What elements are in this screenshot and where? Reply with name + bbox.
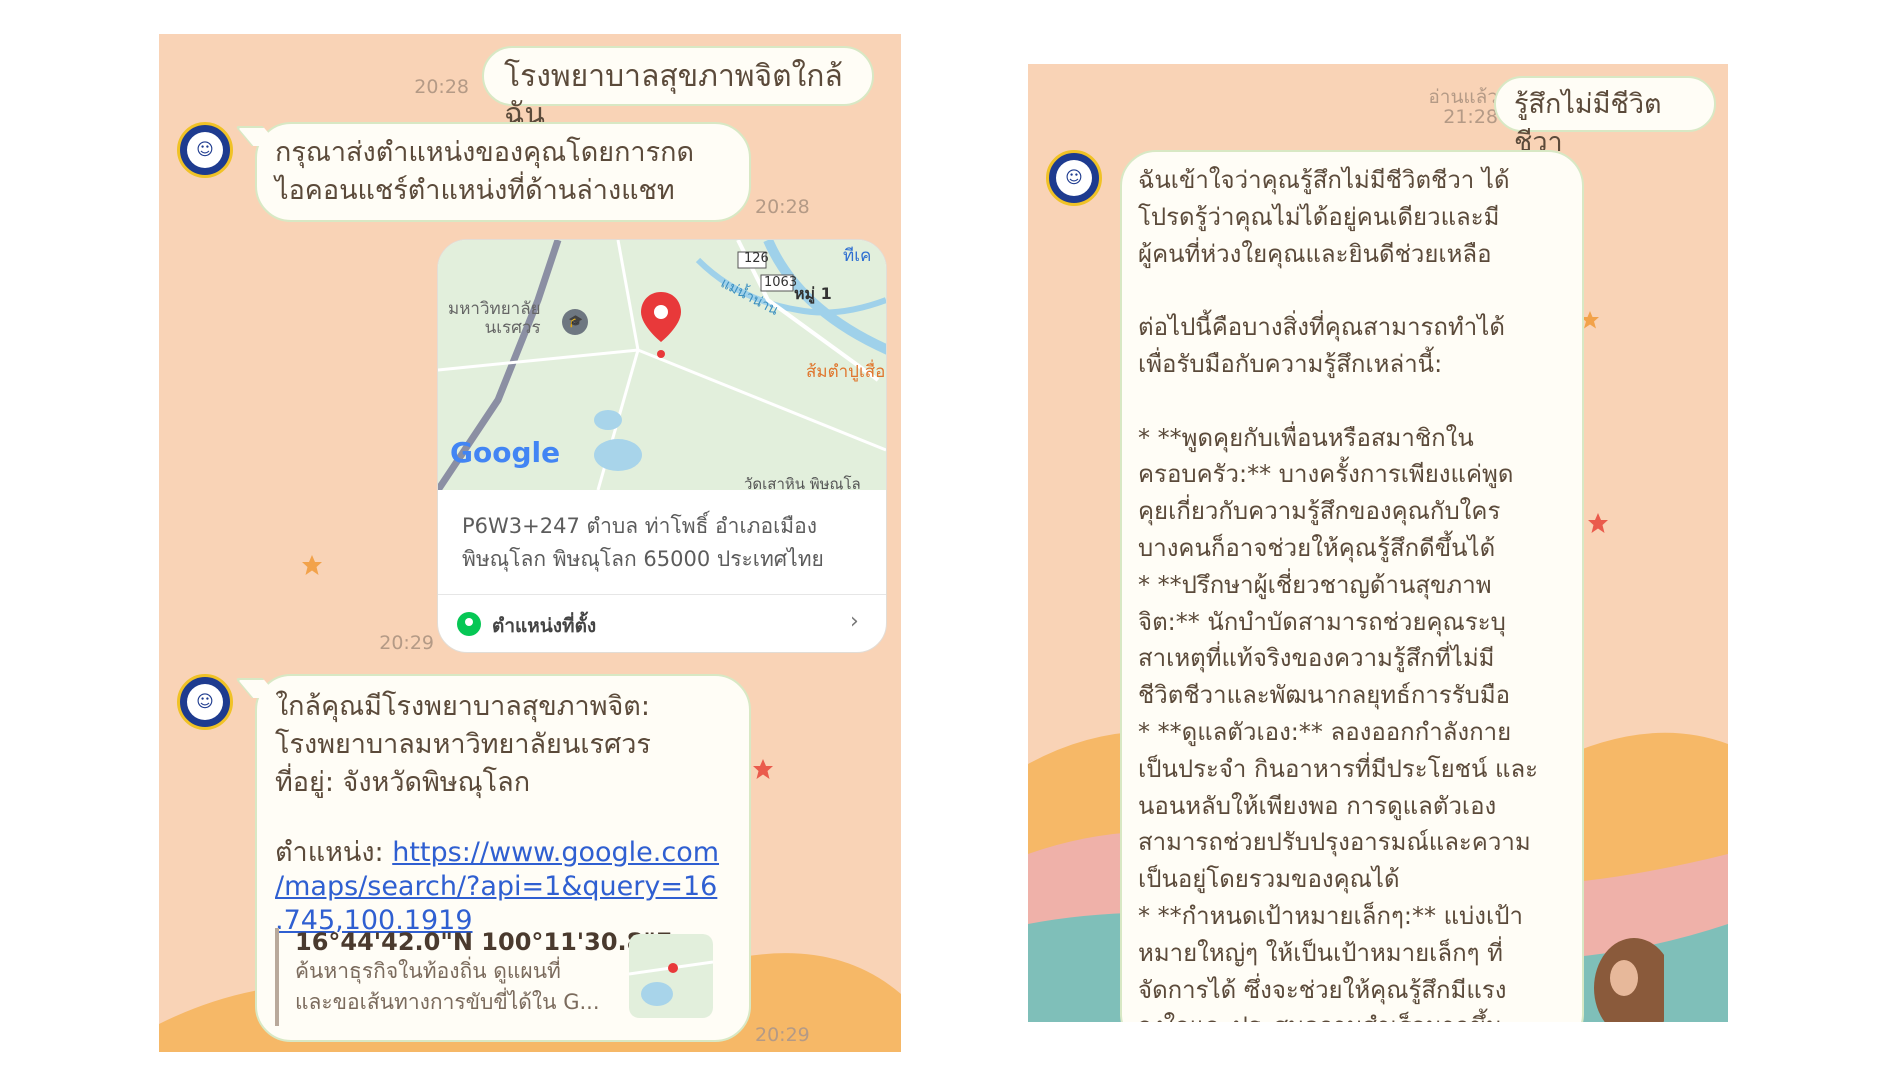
map-place-label: หมู่ 1 xyxy=(794,284,832,303)
map-link[interactable]: /maps/search/?api=1&query=16 xyxy=(275,870,731,904)
chat-screenshot-right: อ่านแล้ว 21:28 รู้สึกไม่มีชีวิตชีวา ☺ ฉั… xyxy=(1028,64,1728,1022)
message-line: ใกล้คุณมีโรงพยาบาลสุขภาพจิต: xyxy=(275,691,650,722)
sent-message-bubble[interactable]: รู้สึกไม่มีชีวิตชีวา xyxy=(1494,76,1716,158)
star-icon xyxy=(1588,513,1608,533)
location-link-row[interactable]: ตำแหน่งที่ตั้ง › xyxy=(438,594,886,652)
robot-face-icon: ☺ xyxy=(1056,160,1092,196)
map-place-label: มหาวิทยาลัย นเรศวร xyxy=(448,299,541,338)
location-label: ตำแหน่งที่ตั้ง xyxy=(492,615,597,637)
received-message-bubble[interactable]: ใกล้คุณมีโรงพยาบาลสุขภาพจิต: โรงพยาบาลมห… xyxy=(255,674,751,1042)
map-road-label: 126 xyxy=(744,251,769,266)
received-message-bubble[interactable]: กรุณาส่งตำแหน่งของคุณโดยการกด ไอคอนแชร์ต… xyxy=(255,122,751,222)
map-link[interactable]: https://www.google.com xyxy=(392,837,719,868)
message-text: ฉันเข้าใจว่าคุณรู้สึกไม่มีชีวิตชีวา ได้ … xyxy=(1138,166,1539,1022)
message-time: 20:29 xyxy=(755,1024,810,1046)
graduation-cap-icon: 🎓 xyxy=(568,314,583,328)
robot-face-icon: ☺ xyxy=(187,132,223,168)
map-road-label: 1063 xyxy=(764,275,798,290)
sent-message-bubble[interactable]: โรงพยาบาลสุขภาพจิตใกล้ฉัน xyxy=(482,46,874,132)
message-line: โรงพยาบาลมหาวิทยาลัยนเรศวร xyxy=(275,729,651,760)
location-pin-icon xyxy=(457,612,481,636)
robot-face-icon: ☺ xyxy=(187,684,223,720)
message-time: 20:28 xyxy=(414,76,469,98)
map-thumbnail[interactable]: 126 1063 ทีเค หมู่ 1 แม่น้ำน่าน มหาวิทยา… xyxy=(438,240,886,490)
message-time: 20:28 xyxy=(755,196,810,218)
link-preview-description: ค้นหาธุรกิจในท้องถิ่น ดูแผนที่ และขอเส้น… xyxy=(295,959,600,1014)
location-prefix: ตำแหน่ง: xyxy=(275,837,393,868)
received-message-bubble[interactable]: ฉันเข้าใจว่าคุณรู้สึกไม่มีชีวิตชีวา ได้ … xyxy=(1120,150,1584,1022)
decorative-character xyxy=(1594,938,1664,1022)
message-time: 21:28 xyxy=(1443,106,1498,128)
message-text: กรุณาส่งตำแหน่งของคุณโดยการกด ไอคอนแชร์ต… xyxy=(275,137,694,206)
location-card[interactable]: 126 1063 ทีเค หมู่ 1 แม่น้ำน่าน มหาวิทยา… xyxy=(437,239,887,653)
message-line: ที่อยู่: จังหวัดพิษณุโลก xyxy=(275,767,531,798)
map-place-label: ส้มตำปูเสื่อ xyxy=(806,362,886,382)
bot-avatar-icon[interactable]: ☺ xyxy=(177,674,233,730)
map-preview-thumbnail xyxy=(629,934,713,1018)
location-pin-icon xyxy=(641,292,681,358)
map-place-label: ทีเค xyxy=(843,246,872,266)
map-place-label: วัดเสาหิน พิษณุโล xyxy=(744,475,861,490)
google-logo: Google xyxy=(450,436,561,469)
bot-avatar-icon[interactable]: ☺ xyxy=(1046,150,1102,206)
bot-avatar-icon[interactable]: ☺ xyxy=(177,122,233,178)
star-icon xyxy=(753,759,773,779)
link-preview[interactable]: 16°44'42.0"N 100°11'30.8"E ค้นหาธุรกิจใน… xyxy=(275,928,751,1026)
star-icon xyxy=(302,555,322,575)
chat-screenshot-left: 20:28 โรงพยาบาลสุขภาพจิตใกล้ฉัน ☺ กรุณาส… xyxy=(159,34,901,1052)
chevron-right-icon: › xyxy=(850,609,859,634)
location-address: P6W3+247 ตำบล ท่าโพธิ์ อำเภอเมือง พิษณุโ… xyxy=(462,514,824,571)
message-time: 20:29 xyxy=(379,632,434,654)
